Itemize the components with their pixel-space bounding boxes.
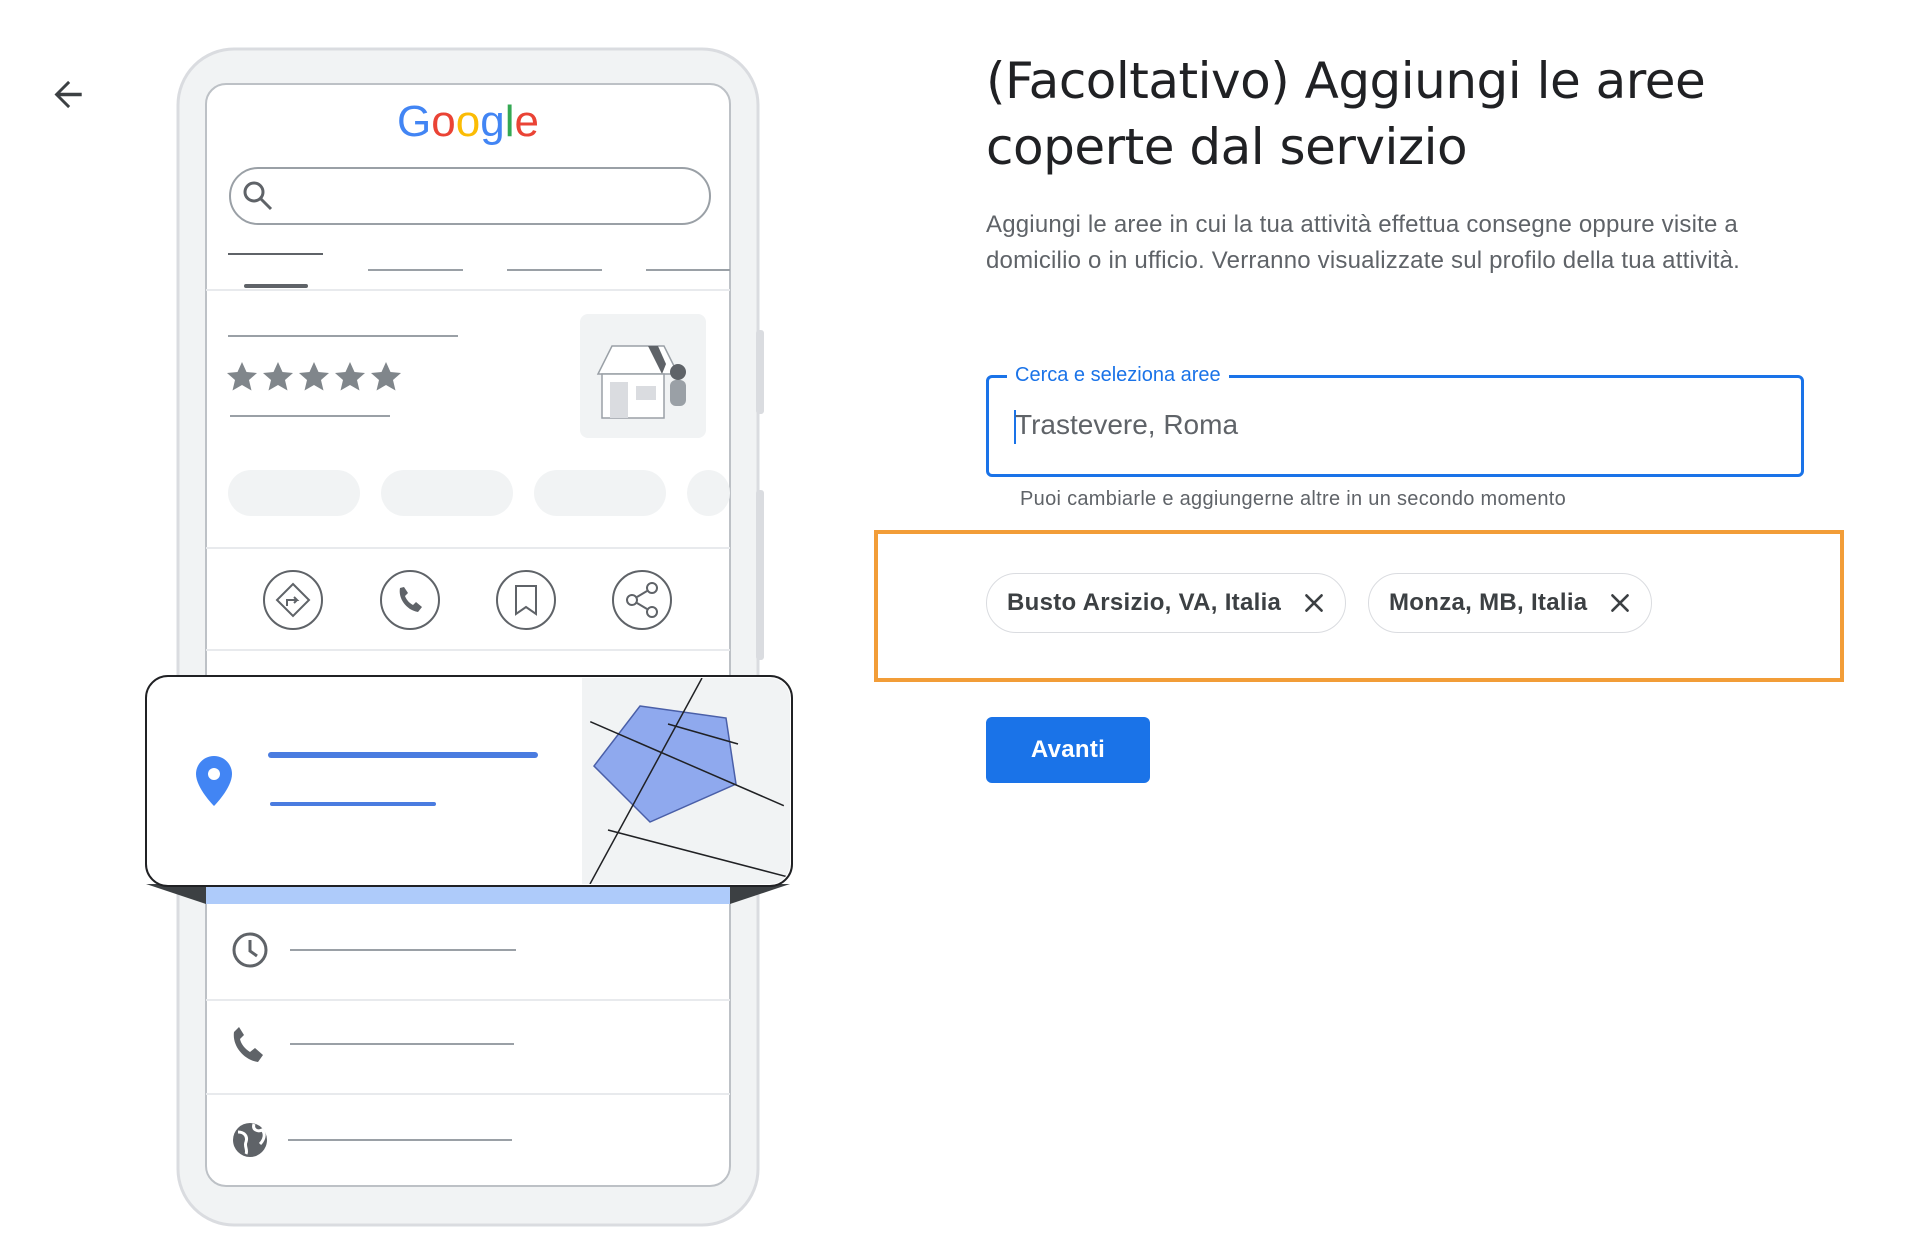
page-description: Aggiungi le aree in cui la tua attività …	[986, 211, 1741, 274]
search-areas-input[interactable]	[1015, 404, 1775, 446]
search-helper-text: Puoi cambiarle e aggiungerne altre in un…	[1020, 488, 1567, 510]
back-button[interactable]	[46, 70, 94, 118]
page-title: (Facoltativo) Aggiungi le aree coperte d…	[986, 52, 1706, 176]
business-profile-illustration: Google	[138, 44, 798, 1244]
area-chip[interactable]: Monza, MB, Italia	[1368, 573, 1653, 633]
globe-icon	[233, 1123, 267, 1157]
search-areas-label: Cerca e seleziona aree	[1007, 360, 1229, 390]
area-chip-label: Busto Arsizio, VA, Italia	[1007, 589, 1282, 616]
selected-areas-highlight: Busto Arsizio, VA, Italia Monza, MB, Ita…	[874, 530, 1844, 682]
close-icon[interactable]	[1299, 588, 1329, 618]
phone-screen	[205, 83, 731, 1187]
search-areas-field[interactable]: Cerca e seleziona aree	[986, 360, 1804, 477]
close-icon[interactable]	[1605, 588, 1635, 618]
arrow-back-icon	[54, 80, 82, 109]
area-chip-label: Monza, MB, Italia	[1389, 589, 1588, 616]
area-chip[interactable]: Busto Arsizio, VA, Italia	[986, 573, 1347, 633]
mock-search-bar	[229, 167, 711, 225]
google-logo: Google	[397, 97, 539, 146]
map-thumbnail	[582, 678, 790, 884]
next-button[interactable]: Avanti	[986, 717, 1150, 783]
